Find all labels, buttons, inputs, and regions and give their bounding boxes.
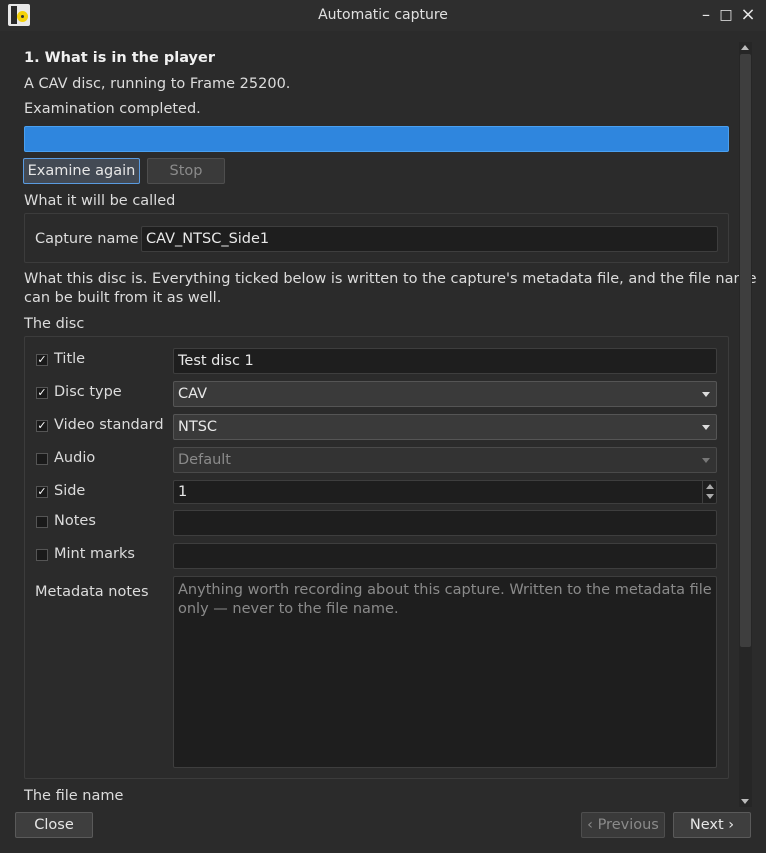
spin-up-icon[interactable] (706, 484, 714, 489)
chevron-down-icon (702, 458, 710, 463)
minimize-icon[interactable]: – (696, 4, 716, 26)
naming-label: What it will be called (24, 193, 176, 209)
audio-value: Default (178, 452, 231, 468)
disc-type-checkbox[interactable]: ✓ (36, 387, 48, 399)
maximize-icon[interactable]: □ (716, 4, 736, 26)
stop-button[interactable]: Stop (147, 158, 225, 184)
notes-checkbox[interactable] (36, 516, 48, 528)
mint-marks-label: Mint marks (54, 546, 135, 562)
title-input[interactable]: Test disc 1 (173, 348, 717, 374)
disc-type-select[interactable]: CAV (173, 381, 717, 407)
video-standard-label: Video standard (54, 417, 164, 433)
notes-label: Notes (54, 513, 96, 529)
close-icon[interactable]: × (738, 4, 758, 26)
side-checkbox[interactable]: ✓ (36, 486, 48, 498)
disc-type-value: CAV (178, 386, 208, 402)
capture-name-input[interactable]: CAV_NTSC_Side1 (141, 226, 718, 252)
capture-name-label: Capture name (35, 231, 139, 247)
metadata-notes-textarea[interactable]: Anything worth recording about this capt… (173, 576, 717, 768)
scroll-up-icon[interactable] (741, 45, 749, 50)
examination-progress-bar (24, 126, 729, 152)
naming-group: Capture name CAV_NTSC_Side1 (24, 213, 729, 263)
spin-arrows[interactable] (702, 481, 716, 503)
scrollbar-thumb[interactable] (740, 54, 751, 647)
close-button[interactable]: Close (15, 812, 93, 838)
side-spinbox[interactable]: 1 (173, 480, 717, 504)
chevron-down-icon (702, 425, 710, 430)
disc-description-line1: What this disc is. Everything ticked bel… (24, 271, 757, 287)
video-standard-value: NTSC (178, 419, 218, 435)
notes-input[interactable] (173, 510, 717, 536)
chevron-down-icon (702, 392, 710, 397)
title-checkbox[interactable]: ✓ (36, 354, 48, 366)
audio-checkbox[interactable] (36, 453, 48, 465)
player-status: A CAV disc, running to Frame 25200. (24, 76, 291, 92)
video-standard-select[interactable]: NTSC (173, 414, 717, 440)
side-label: Side (54, 483, 86, 499)
window-title: Automatic capture (318, 7, 448, 23)
audio-label: Audio (54, 450, 96, 466)
mint-marks-checkbox[interactable] (36, 549, 48, 561)
disc-description-line2: can be built from it as well. (24, 290, 222, 306)
mint-marks-input[interactable] (173, 543, 717, 569)
exam-status: Examination completed. (24, 101, 201, 117)
examine-again-button[interactable]: Examine again (23, 158, 140, 184)
file-name-label: The file name (24, 788, 124, 804)
video-standard-checkbox[interactable]: ✓ (36, 420, 48, 432)
spin-down-icon[interactable] (706, 494, 714, 499)
side-value: 1 (178, 484, 188, 500)
metadata-notes-label: Metadata notes (35, 584, 149, 600)
scrollbar[interactable] (739, 42, 752, 807)
audio-select[interactable]: Default (173, 447, 717, 473)
section-heading: 1. What is in the player (24, 50, 215, 66)
title-label: Title (54, 351, 86, 367)
next-button[interactable]: Next › (673, 812, 751, 838)
scroll-down-icon[interactable] (741, 799, 749, 804)
disc-group-label: The disc (24, 316, 85, 332)
title-bar: Automatic capture – □ × (0, 0, 766, 31)
disc-type-label: Disc type (54, 384, 122, 400)
previous-button[interactable]: ‹ Previous (581, 812, 665, 838)
